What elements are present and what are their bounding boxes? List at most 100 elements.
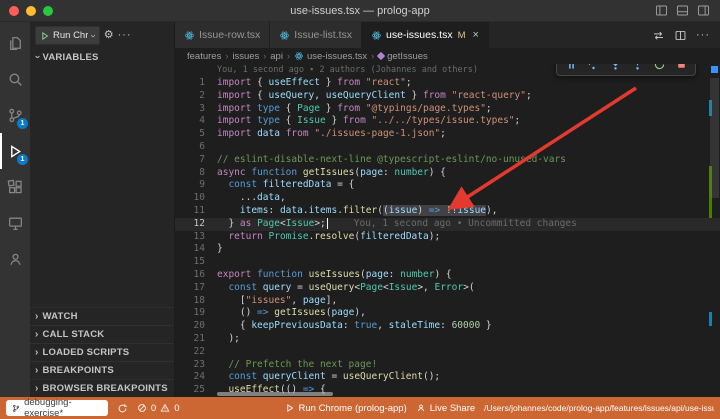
code-line[interactable]: 22 <box>175 346 720 359</box>
extensions-icon[interactable] <box>0 169 30 205</box>
line-number[interactable]: 8 <box>175 167 217 180</box>
code-line[interactable]: 10 ...data, <box>175 192 720 205</box>
maximize-window-button[interactable] <box>43 6 53 16</box>
active-file-path[interactable]: /Users/johannes/code/prolog-app/features… <box>484 403 714 413</box>
line-number[interactable]: 18 <box>175 295 217 308</box>
stop-button[interactable] <box>672 64 690 73</box>
line-number[interactable]: 5 <box>175 128 217 141</box>
step-over-button[interactable] <box>584 64 602 73</box>
live-share-icon[interactable] <box>0 241 30 277</box>
code-line[interactable]: 6 <box>175 141 720 154</box>
code-line[interactable]: 15 <box>175 256 720 269</box>
line-number[interactable]: 24 <box>175 371 217 384</box>
code-line[interactable]: 14} <box>175 243 720 256</box>
toggle-sidebar-icon[interactable] <box>655 4 668 17</box>
settings-gear-icon[interactable]: ⚙ <box>104 30 114 41</box>
source-control-icon[interactable]: 1 <box>0 97 30 133</box>
line-number[interactable]: 13 <box>175 231 217 244</box>
breadcrumb-item-symbol[interactable]: getIssues <box>378 51 428 62</box>
line-number[interactable]: 11 <box>175 205 217 218</box>
line-number[interactable]: 1 <box>175 77 217 90</box>
horizontal-scrollbar-thumb[interactable] <box>217 392 333 396</box>
vertical-scrollbar[interactable] <box>708 64 720 397</box>
watch-section-header[interactable]: › WATCH <box>30 307 174 325</box>
line-number[interactable]: 23 <box>175 359 217 372</box>
explorer-icon[interactable] <box>0 25 30 61</box>
debug-config-select[interactable]: Run Chr › <box>35 26 100 45</box>
line-number[interactable]: 15 <box>175 256 217 269</box>
breakpoints-section-header[interactable]: › BREAKPOINTS <box>30 361 174 379</box>
remote-explorer-icon[interactable] <box>0 205 30 241</box>
line-number[interactable]: 4 <box>175 115 217 128</box>
step-out-button[interactable] <box>628 64 646 73</box>
more-views-icon[interactable]: ··· <box>118 30 132 41</box>
open-changes-icon[interactable] <box>652 29 665 42</box>
variables-section-header[interactable]: › VARIABLES <box>30 48 174 66</box>
code-line[interactable]: 9 const filteredData = { <box>175 179 720 192</box>
live-share-item[interactable]: Live Share <box>416 403 475 414</box>
line-number[interactable]: 7 <box>175 154 217 167</box>
call-stack-section-header[interactable]: › CALL STACK <box>30 325 174 343</box>
tab-issue-list[interactable]: Issue-list.tsx <box>270 22 362 48</box>
line-number[interactable]: 19 <box>175 307 217 320</box>
minimize-window-button[interactable] <box>26 6 36 16</box>
line-number[interactable]: 17 <box>175 282 217 295</box>
code-line[interactable]: 12 } as Page<Issue>;You, 1 second ago • … <box>175 218 720 231</box>
line-number[interactable]: 22 <box>175 346 217 359</box>
close-window-button[interactable] <box>9 6 19 16</box>
code-line[interactable]: 16export function useIssues(page: number… <box>175 269 720 282</box>
line-number[interactable]: 20 <box>175 320 217 333</box>
code-line[interactable]: 1import { useEffect } from "react"; <box>175 77 720 90</box>
split-editor-icon[interactable] <box>674 29 687 42</box>
code-line[interactable]: 3import type { Page } from "@typings/pag… <box>175 103 720 116</box>
step-into-button[interactable] <box>606 64 624 73</box>
toggle-secondary-sidebar-icon[interactable] <box>697 4 710 17</box>
breadcrumb-item-api[interactable]: api <box>270 51 283 62</box>
line-number[interactable]: 21 <box>175 333 217 346</box>
code-line[interactable]: 21 ); <box>175 333 720 346</box>
code-line[interactable]: 8async function getIssues(page: number) … <box>175 167 720 180</box>
code-editor[interactable]: You, 1 second ago ∙ 2 authors (Johannes … <box>175 64 720 397</box>
more-actions-icon[interactable]: ··· <box>696 29 710 41</box>
code-line[interactable]: 2import { useQuery, useQueryClient } fro… <box>175 90 720 103</box>
breadcrumb-item-issues[interactable]: issues <box>232 51 259 62</box>
loaded-scripts-section-header[interactable]: › LOADED SCRIPTS <box>30 343 174 361</box>
problems-item[interactable]: 0 0 <box>137 403 180 414</box>
code-line[interactable]: 19 () => getIssues(page), <box>175 307 720 320</box>
tab-issue-row[interactable]: Issue-row.tsx <box>175 22 270 48</box>
code-line[interactable]: 20 { keepPreviousData: true, staleTime: … <box>175 320 720 333</box>
line-number[interactable]: 9 <box>175 179 217 192</box>
toggle-panel-icon[interactable] <box>676 4 689 17</box>
code-line[interactable]: 23 // Prefetch the next page! <box>175 359 720 372</box>
code-line[interactable]: 13 return Promise.resolve(filteredData); <box>175 231 720 244</box>
line-number[interactable]: 12 <box>175 218 217 231</box>
tab-use-issues[interactable]: use-issues.tsx M × <box>362 22 489 48</box>
variables-label: VARIABLES <box>43 52 99 63</box>
code-line[interactable]: 17 const query = useQuery<Page<Issue>, E… <box>175 282 720 295</box>
code-line[interactable]: 18 ["issues", page], <box>175 295 720 308</box>
code-line[interactable]: 5import data from "./issues-page-1.json"… <box>175 128 720 141</box>
sync-changes-button[interactable] <box>117 403 128 414</box>
line-number[interactable]: 6 <box>175 141 217 154</box>
close-tab-icon[interactable]: × <box>473 29 479 41</box>
line-number[interactable]: 14 <box>175 243 217 256</box>
code-line[interactable]: 7// eslint-disable-next-line @typescript… <box>175 154 720 167</box>
line-number[interactable]: 16 <box>175 269 217 282</box>
line-number[interactable]: 10 <box>175 192 217 205</box>
run-debug-icon[interactable]: 1 <box>0 133 30 169</box>
breadcrumb-item-file[interactable]: use-issues.tsx <box>294 51 367 62</box>
browser-breakpoints-section-header[interactable]: › BROWSER BREAKPOINTS <box>30 379 174 397</box>
search-icon[interactable] <box>0 61 30 97</box>
restart-button[interactable] <box>650 64 668 73</box>
code-line[interactable]: 24 const queryClient = useQueryClient(); <box>175 371 720 384</box>
line-number[interactable]: 25 <box>175 384 217 397</box>
git-branch-item[interactable]: debugging-exercise* <box>6 400 108 416</box>
breadcrumb-item-features[interactable]: features <box>187 51 221 62</box>
code-line[interactable]: 4import type { Issue } from "../../types… <box>175 115 720 128</box>
line-number[interactable]: 2 <box>175 90 217 103</box>
run-task-item[interactable]: Run Chrome (prolog-app) <box>285 403 407 414</box>
pause-button[interactable] <box>562 64 580 73</box>
code-line[interactable]: 11 items: data.items.filter((issue) => !… <box>175 205 720 218</box>
scrollbar-thumb[interactable] <box>710 78 719 198</box>
line-number[interactable]: 3 <box>175 103 217 116</box>
